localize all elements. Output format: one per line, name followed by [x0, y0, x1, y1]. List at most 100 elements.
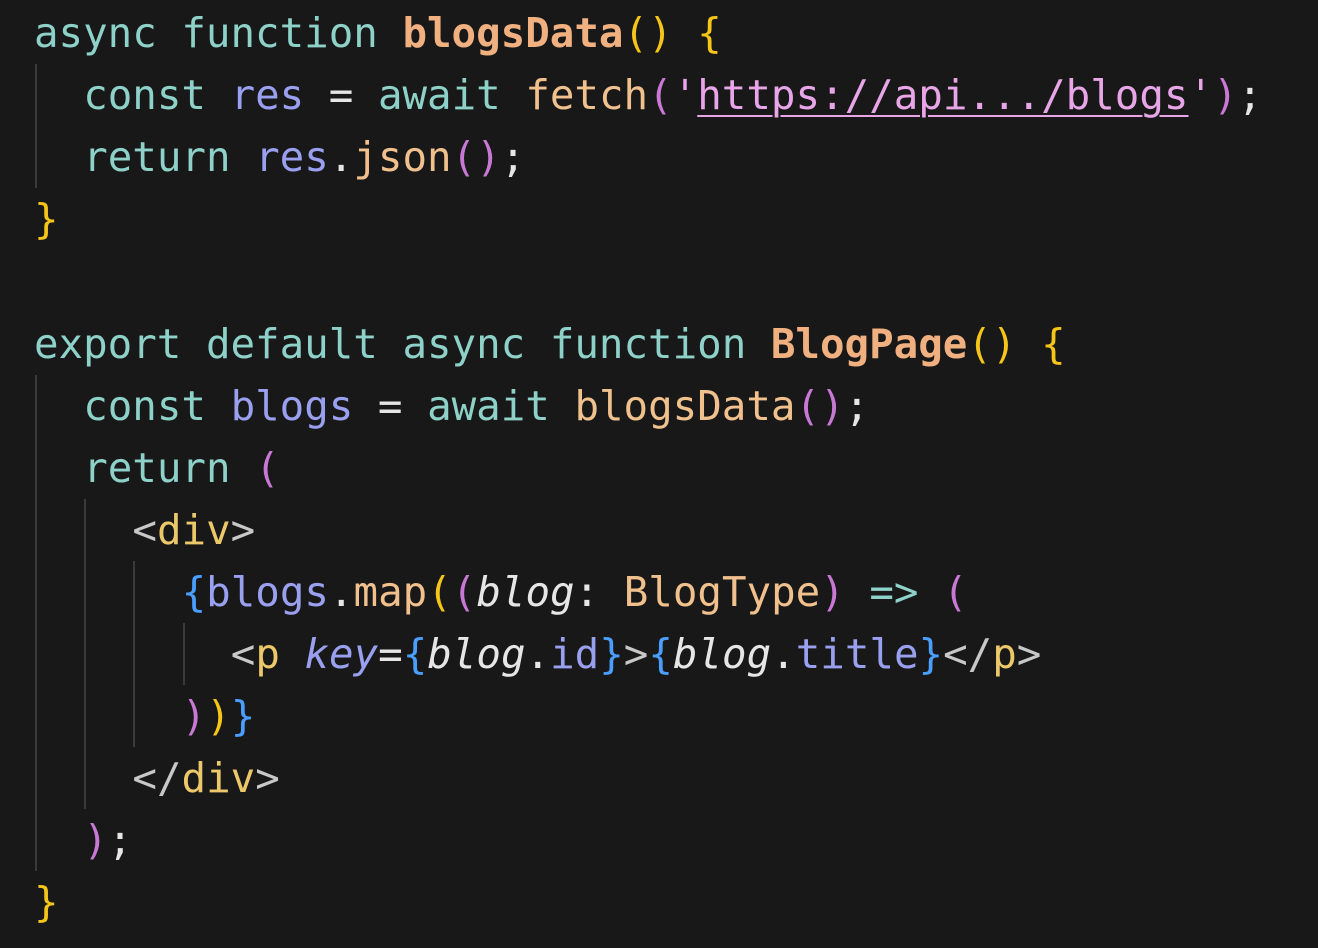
code-token: >: [623, 630, 649, 678]
code-token: const: [83, 381, 206, 430]
code-token: ): [83, 816, 108, 865]
code-token: ): [181, 692, 207, 741]
code-token: blog: [672, 630, 772, 678]
code-token: }: [918, 630, 944, 678]
code-token: return: [83, 443, 231, 492]
code-line: const blogs = await blogsData();: [83, 375, 869, 437]
code-token: (: [427, 567, 452, 616]
code-token: map: [353, 567, 428, 616]
code-token: .: [771, 630, 796, 678]
code-token: (): [967, 319, 1017, 368]
code-line: }: [34, 188, 59, 250]
code-token: }: [34, 195, 59, 244]
code-token: .: [328, 567, 354, 616]
code-token: </: [943, 630, 993, 678]
code-token: json: [353, 133, 452, 182]
code-token: blog: [427, 630, 526, 678]
code-token: :: [574, 567, 624, 616]
indent-guide: [35, 64, 37, 189]
code-token: .: [328, 133, 354, 182]
code-token: export: [34, 319, 182, 368]
code-editor[interactable]: async function blogsData() {const res = …: [0, 0, 1318, 948]
code-token: blog: [476, 567, 575, 616]
indent-guide: [133, 560, 136, 748]
code-token: =: [304, 71, 378, 120]
code-token: (: [943, 567, 968, 616]
code-token: {: [648, 630, 673, 678]
code-token: fetch: [525, 71, 649, 120]
code-token: BlogType: [623, 567, 821, 616]
code-token: const: [83, 71, 206, 120]
code-token: =: [353, 381, 428, 430]
code-token: }: [230, 692, 256, 741]
code-token: div: [156, 505, 231, 554]
code-token: {: [1041, 319, 1066, 368]
code-token: <: [230, 630, 256, 678]
code-token: BlogPage: [770, 319, 968, 368]
code-token: p: [992, 630, 1017, 678]
code-line: <div>: [132, 499, 255, 561]
code-line: async function blogsData() {: [34, 2, 722, 64]
code-token: =>: [869, 567, 919, 616]
code-token: ;: [844, 381, 870, 430]
code-token: div: [181, 754, 256, 803]
code-token: ': [672, 71, 698, 120]
code-token: (: [255, 443, 280, 492]
code-token: blogsData: [402, 9, 624, 57]
code-token: await: [377, 71, 501, 120]
code-token: }: [34, 878, 59, 927]
code-line: }: [34, 871, 59, 933]
code-token: blogs: [206, 567, 329, 616]
code-token: (: [648, 71, 673, 120]
code-line: </div>: [132, 747, 279, 809]
code-token: return: [83, 133, 231, 182]
code-token: ;: [107, 816, 133, 865]
code-token: ): [206, 692, 231, 741]
code-token: res: [230, 71, 305, 120]
code-token: </: [132, 754, 182, 803]
code-token: https://api.../blogs: [697, 71, 1189, 120]
code-token: default: [205, 319, 378, 368]
code-token: function: [181, 9, 378, 57]
indent-guide: [182, 623, 185, 686]
code-token: (): [795, 381, 845, 430]
code-token: (): [623, 9, 673, 57]
code-token: ): [1213, 71, 1238, 120]
code-token: ;: [1237, 71, 1263, 120]
code-token: id: [550, 630, 600, 678]
code-token: >: [255, 754, 280, 803]
code-token: function: [549, 319, 747, 368]
code-line: return res.json();: [83, 126, 525, 188]
code-token: ': [1188, 71, 1214, 120]
code-token: >: [1016, 630, 1042, 678]
code-token: p: [255, 630, 280, 678]
code-token: =: [378, 630, 403, 678]
code-line: ))}: [182, 685, 256, 747]
code-token: blogsData: [574, 381, 796, 430]
code-line: return (: [83, 437, 280, 499]
code-token: ): [820, 567, 845, 616]
code-token: .: [525, 630, 551, 678]
code-line: <p key={blog.id}>{blog.title}</p>: [231, 623, 1042, 685]
code-token: <: [132, 505, 157, 554]
code-token: await: [427, 381, 550, 430]
indent-guide: [84, 498, 87, 810]
code-line: {blogs.map((blog: BlogType) => (: [182, 561, 968, 623]
code-token: title: [795, 630, 919, 678]
code-token: ;: [500, 133, 526, 182]
